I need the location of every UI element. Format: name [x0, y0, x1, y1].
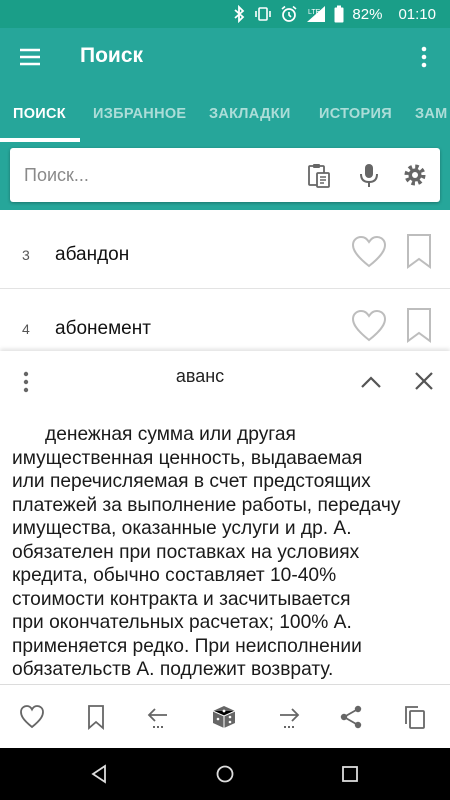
- nav-home-icon[interactable]: [215, 764, 235, 784]
- search-area: Поиск...: [0, 142, 450, 210]
- item-number: 4: [22, 321, 30, 337]
- tab-favorites[interactable]: ИЗБРАННОЕ: [93, 106, 186, 122]
- definition-panel: аванс денежная сумма или другая имуществ…: [0, 351, 450, 696]
- definition-line: денежная сумма или другая: [45, 424, 296, 445]
- definition-line: имущества, оказанные услуги и др. А.: [12, 518, 352, 539]
- settings-icon[interactable]: [402, 162, 428, 188]
- item-number: 3: [22, 247, 30, 263]
- list-item[interactable]: 3 абандон: [0, 215, 450, 289]
- tab-history[interactable]: ИСТОРИЯ: [319, 106, 392, 122]
- back-arrow-icon[interactable]: [145, 704, 171, 730]
- signal-icon: LTE: [307, 6, 326, 22]
- item-word: абандон: [55, 244, 130, 265]
- chevron-up-icon[interactable]: [358, 369, 384, 395]
- app-bar: Поиск: [0, 28, 450, 86]
- menu-icon[interactable]: [18, 45, 42, 69]
- definition-line: имущественная ценность, выдаваемая: [12, 447, 363, 469]
- heart-icon[interactable]: [351, 309, 387, 343]
- clock: 01:10: [398, 5, 436, 23]
- search-input[interactable]: Поиск...: [10, 148, 440, 202]
- status-bar: LTE 82% 01:10: [0, 0, 450, 28]
- definition-text: денежная сумма или другая имущественная …: [12, 423, 440, 682]
- definition-line: обязателен при поставках на условиях: [12, 541, 360, 563]
- vibrate-icon: [255, 7, 272, 21]
- heart-icon[interactable]: [19, 704, 45, 730]
- search-placeholder: Поиск...: [24, 165, 89, 185]
- copy-icon[interactable]: [402, 704, 428, 730]
- bookmark-icon[interactable]: [83, 704, 109, 730]
- svg-text:LTE: LTE: [308, 9, 321, 16]
- tab-search[interactable]: ПОИСК: [13, 106, 66, 122]
- page-title: Поиск: [80, 44, 144, 67]
- tab-bar: ПОИСК ИЗБРАННОЕ ЗАКЛАДКИ ИСТОРИЯ ЗАМ: [0, 86, 450, 142]
- more-vert-icon[interactable]: [412, 44, 436, 70]
- nav-back-icon[interactable]: [90, 764, 110, 784]
- item-word: абонемент: [55, 318, 151, 339]
- definition-line: платежей за выполнение работы, передачу: [12, 494, 401, 516]
- mic-icon[interactable]: [356, 162, 382, 188]
- definition-line: кредита, обычно составляет 10-40%: [12, 565, 337, 586]
- tab-bookmarks[interactable]: ЗАКЛАДКИ: [209, 106, 291, 122]
- battery-percent: 82%: [352, 5, 383, 23]
- battery-icon: [334, 5, 344, 23]
- definition-line: или перечисляемая в счет предстоящих: [12, 471, 371, 492]
- heart-icon[interactable]: [351, 235, 387, 269]
- share-icon[interactable]: [338, 704, 364, 730]
- definition-line: при окончательных расчетах; 100% А.: [12, 612, 352, 633]
- definition-line: обязательств А. подлежит возврату.: [12, 659, 334, 680]
- bluetooth-icon: [234, 5, 245, 23]
- bookmark-icon[interactable]: [405, 307, 433, 343]
- nav-recents-icon[interactable]: [340, 764, 360, 784]
- system-nav-bar: [0, 748, 450, 800]
- bottom-action-bar: [0, 684, 450, 748]
- definition-line: стоимости контракта и засчитывается: [12, 588, 351, 610]
- forward-arrow-icon[interactable]: [276, 704, 302, 730]
- tab-partial[interactable]: ЗАМ: [415, 106, 448, 122]
- bookmark-icon[interactable]: [405, 233, 433, 269]
- definition-title: аванс: [175, 366, 225, 386]
- alarm-icon: [281, 5, 297, 22]
- dice-icon[interactable]: [211, 704, 237, 730]
- close-icon[interactable]: [412, 369, 436, 393]
- definition-line: применяется редко. При неисполнении: [12, 635, 362, 657]
- clipboard-icon[interactable]: [306, 162, 332, 188]
